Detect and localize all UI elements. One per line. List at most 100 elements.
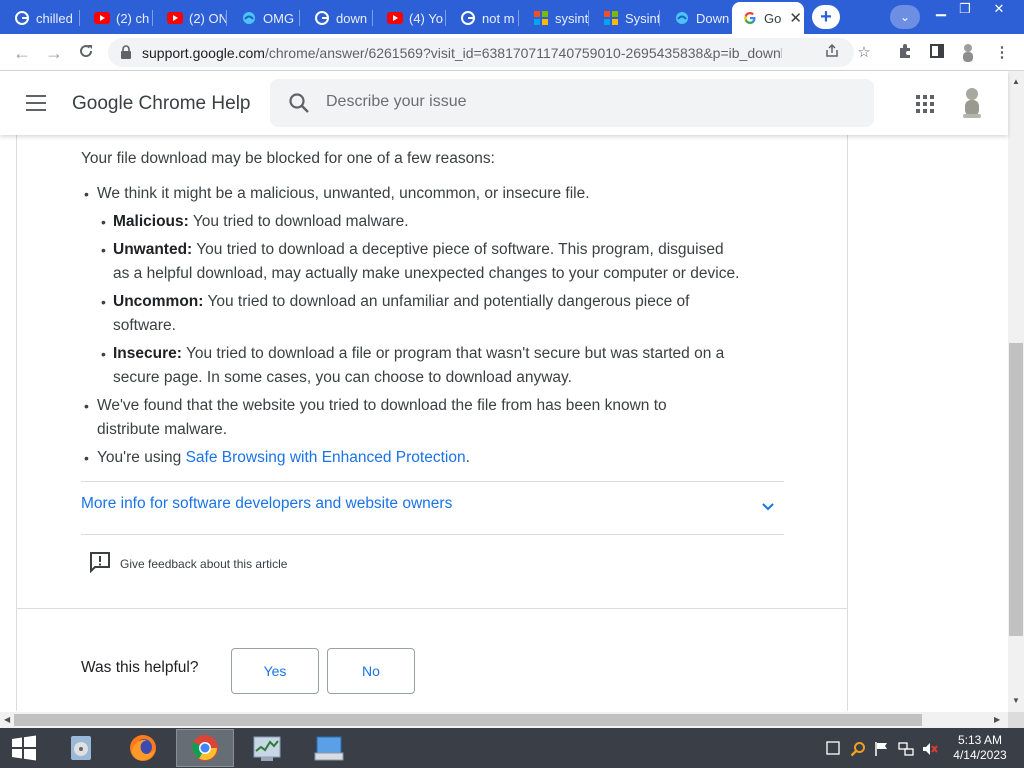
forward-button[interactable]: → bbox=[42, 41, 66, 65]
bullet-icon: • bbox=[101, 242, 106, 258]
no-button[interactable]: No bbox=[327, 648, 415, 694]
share-icon[interactable] bbox=[822, 43, 842, 63]
tab-9[interactable]: Down bbox=[660, 4, 732, 32]
more-info-expander[interactable]: More info for software developers and we… bbox=[81, 495, 452, 513]
tab-search-button[interactable]: ⌄ bbox=[890, 5, 920, 29]
reason-uncommon: Uncommon: You tried to download an unfam… bbox=[113, 290, 689, 314]
keyboard-icon bbox=[314, 736, 344, 761]
tab-10-active[interactable]: Go ✕ bbox=[732, 2, 804, 34]
volume-muted-icon[interactable] bbox=[922, 741, 938, 757]
page-title[interactable]: Google Chrome Help bbox=[72, 93, 250, 115]
sub-text: You tried to download malware. bbox=[188, 213, 409, 230]
feedback-link[interactable]: Give feedback about this article bbox=[89, 551, 287, 576]
tab-title: Sysint bbox=[625, 10, 660, 26]
scroll-right-icon[interactable]: ▶ bbox=[994, 715, 1000, 724]
taskbar-firefox[interactable] bbox=[114, 729, 172, 767]
tab-3[interactable]: OMG bbox=[227, 4, 300, 32]
taskbar-keyboard[interactable] bbox=[300, 729, 358, 767]
divider bbox=[81, 534, 784, 535]
tab-title: chilled bbox=[36, 10, 73, 26]
tab-4[interactable]: down bbox=[300, 4, 373, 32]
tab-title: Go bbox=[764, 10, 782, 26]
restore-button[interactable]: ❐ bbox=[952, 0, 978, 18]
url-path: /chrome/answer/6261569?visit_id=63817071… bbox=[264, 45, 782, 61]
browser-toolbar: ← → support.google.com/chrome/answer/626… bbox=[0, 34, 1024, 71]
bullet-icon: • bbox=[84, 186, 89, 202]
url-text[interactable]: support.google.com/chrome/answer/6261569… bbox=[142, 45, 782, 61]
tab-title: Down bbox=[696, 10, 730, 26]
tab-title: (4) Yo bbox=[409, 10, 443, 26]
new-tab-button[interactable]: + bbox=[812, 5, 840, 29]
profile-avatar-icon[interactable] bbox=[958, 43, 978, 63]
extensions-icon[interactable] bbox=[895, 43, 915, 63]
minimize-button[interactable]: ▁ bbox=[928, 0, 954, 18]
clock-time: 5:13 AM bbox=[957, 733, 1003, 747]
tab-1[interactable]: (2) ch bbox=[80, 4, 153, 32]
horizontal-scroll-thumb[interactable] bbox=[14, 714, 922, 726]
bookmark-star-icon[interactable]: ☆ bbox=[854, 43, 874, 63]
lock-icon[interactable] bbox=[120, 45, 132, 64]
reload-button[interactable] bbox=[74, 41, 98, 65]
vertical-scrollbar[interactable]: ▲ ▼ bbox=[1008, 71, 1024, 712]
article-body: Your file download may be blocked for on… bbox=[16, 135, 848, 711]
taskbar-chrome[interactable] bbox=[176, 729, 234, 767]
scroll-down-icon[interactable]: ▼ bbox=[1012, 696, 1020, 705]
taskbar-media-player[interactable] bbox=[52, 729, 110, 767]
vertical-scroll-thumb[interactable] bbox=[1009, 343, 1023, 636]
tab-7[interactable]: sysint bbox=[519, 4, 589, 32]
hamburger-menu-icon[interactable] bbox=[26, 95, 46, 111]
side-panel-icon[interactable] bbox=[927, 43, 947, 63]
tab-title: not m bbox=[482, 10, 515, 26]
back-button[interactable]: ← bbox=[10, 41, 34, 65]
menu-dots-icon[interactable]: ⋮ bbox=[992, 43, 1012, 63]
sub-text: You tried to download a deceptive piece … bbox=[192, 241, 724, 258]
tab-0[interactable]: chilled bbox=[0, 4, 80, 32]
taskbar: 5:13 AM 4/14/2023 bbox=[0, 728, 1024, 768]
firefox-icon bbox=[130, 735, 156, 761]
horizontal-scrollbar[interactable]: ◀ ▶ bbox=[0, 712, 1008, 728]
sub-label: Insecure: bbox=[113, 345, 182, 362]
tab-8[interactable]: Sysint bbox=[589, 4, 660, 32]
help-search-input[interactable]: Describe your issue bbox=[270, 79, 874, 127]
tab-2[interactable]: (2) ON bbox=[153, 4, 227, 32]
tab-6[interactable]: not m bbox=[446, 4, 519, 32]
close-window-button[interactable]: ✕ bbox=[984, 0, 1014, 18]
feedback-label: Give feedback about this article bbox=[120, 556, 288, 571]
account-avatar[interactable] bbox=[960, 86, 984, 125]
tab-title: OMG bbox=[263, 10, 295, 26]
reason-uncommon-cont: software. bbox=[113, 317, 176, 334]
google-icon bbox=[314, 10, 330, 26]
divider bbox=[17, 608, 847, 609]
divider bbox=[81, 481, 784, 482]
chevron-down-icon[interactable] bbox=[761, 499, 775, 517]
reason-unwanted-cont: as a helpful download, may actually make… bbox=[113, 265, 740, 282]
tab-title: (2) ON bbox=[189, 10, 227, 26]
flag-icon[interactable] bbox=[874, 741, 890, 757]
reason-insecure: Insecure: You tried to download a file o… bbox=[113, 342, 724, 366]
network-icon[interactable] bbox=[898, 741, 914, 757]
address-bar[interactable]: support.google.com/chrome/answer/6261569… bbox=[108, 38, 871, 67]
scroll-up-icon[interactable]: ▲ bbox=[1012, 77, 1020, 86]
close-tab-icon[interactable]: ✕ bbox=[789, 9, 802, 27]
sub-text: You tried to download a file or program … bbox=[181, 345, 725, 362]
scroll-left-icon[interactable]: ◀ bbox=[4, 715, 10, 724]
start-button[interactable] bbox=[0, 729, 48, 767]
reason-2-cont: distribute malware. bbox=[97, 421, 228, 438]
feedback-icon bbox=[89, 551, 111, 576]
sub-label: Malicious: bbox=[113, 213, 189, 230]
system-clock[interactable]: 5:13 AM 4/14/2023 bbox=[948, 733, 1012, 763]
action-center-icon[interactable] bbox=[826, 741, 842, 757]
google-icon bbox=[460, 10, 476, 26]
safe-browsing-link[interactable]: Safe Browsing with Enhanced Protection bbox=[186, 449, 466, 466]
reason-3-suffix: . bbox=[465, 449, 470, 466]
taskbar-task-manager[interactable] bbox=[238, 729, 296, 767]
bullet-icon: • bbox=[101, 294, 106, 310]
reload-icon bbox=[80, 45, 93, 58]
tab-5[interactable]: (4) Yo bbox=[373, 4, 446, 32]
helpful-question: Was this helpful? bbox=[81, 659, 199, 676]
reason-malicious: Malicious: You tried to download malware… bbox=[113, 210, 409, 234]
search-tray-icon[interactable] bbox=[850, 741, 866, 757]
google-apps-icon[interactable] bbox=[916, 95, 934, 113]
edge-icon bbox=[674, 10, 690, 26]
yes-button[interactable]: Yes bbox=[231, 648, 319, 694]
